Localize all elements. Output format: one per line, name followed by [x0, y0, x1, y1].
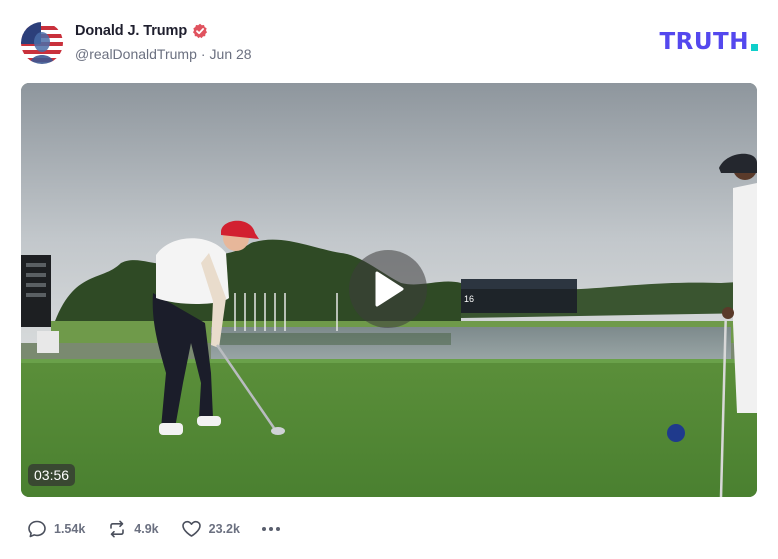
- more-dots-icon[interactable]: [261, 527, 280, 531]
- post-meta: @realDonaldTrump · Jun 28: [75, 46, 252, 62]
- reply-bubble-icon: [28, 520, 46, 538]
- video-duration: 03:56: [28, 464, 76, 486]
- avatar[interactable]: [21, 22, 63, 64]
- reply-button[interactable]: 1.54k: [27, 519, 85, 539]
- brand-logo-dot: [751, 44, 758, 51]
- like-count: 23.2k: [208, 522, 240, 536]
- verified-badge-icon: [193, 23, 208, 39]
- author-name[interactable]: Donald J. Trump: [75, 23, 187, 39]
- play-button[interactable]: [349, 250, 427, 328]
- retruth-icon: [110, 520, 125, 538]
- like-button[interactable]: 23.2k: [181, 519, 240, 539]
- flag-portrait-avatar-icon: [21, 22, 63, 64]
- truth-logo[interactable]: TRUTH: [659, 29, 758, 55]
- scoreboard-label: 16: [464, 294, 474, 304]
- retruth-button[interactable]: 4.9k: [107, 519, 159, 539]
- meta-separator: ·: [200, 46, 206, 62]
- brand-logo-text: TRUTH: [659, 29, 749, 55]
- post-header: Donald J. Trump @realDonaldTrump · Jun 2…: [21, 20, 758, 66]
- video-player[interactable]: 16 03:56: [21, 83, 757, 497]
- reply-count: 1.54k: [54, 522, 86, 536]
- heart-icon: [181, 520, 201, 537]
- more-dot: [261, 527, 266, 531]
- action-bar: 1.54k 4.9k 23.2k: [27, 518, 280, 540]
- play-icon: [375, 271, 404, 307]
- author-handle[interactable]: @realDonaldTrump: [75, 46, 197, 62]
- retruth-count: 4.9k: [134, 522, 159, 536]
- more-dot: [275, 527, 280, 531]
- post-date[interactable]: Jun 28: [210, 46, 252, 62]
- more-dot: [268, 527, 273, 531]
